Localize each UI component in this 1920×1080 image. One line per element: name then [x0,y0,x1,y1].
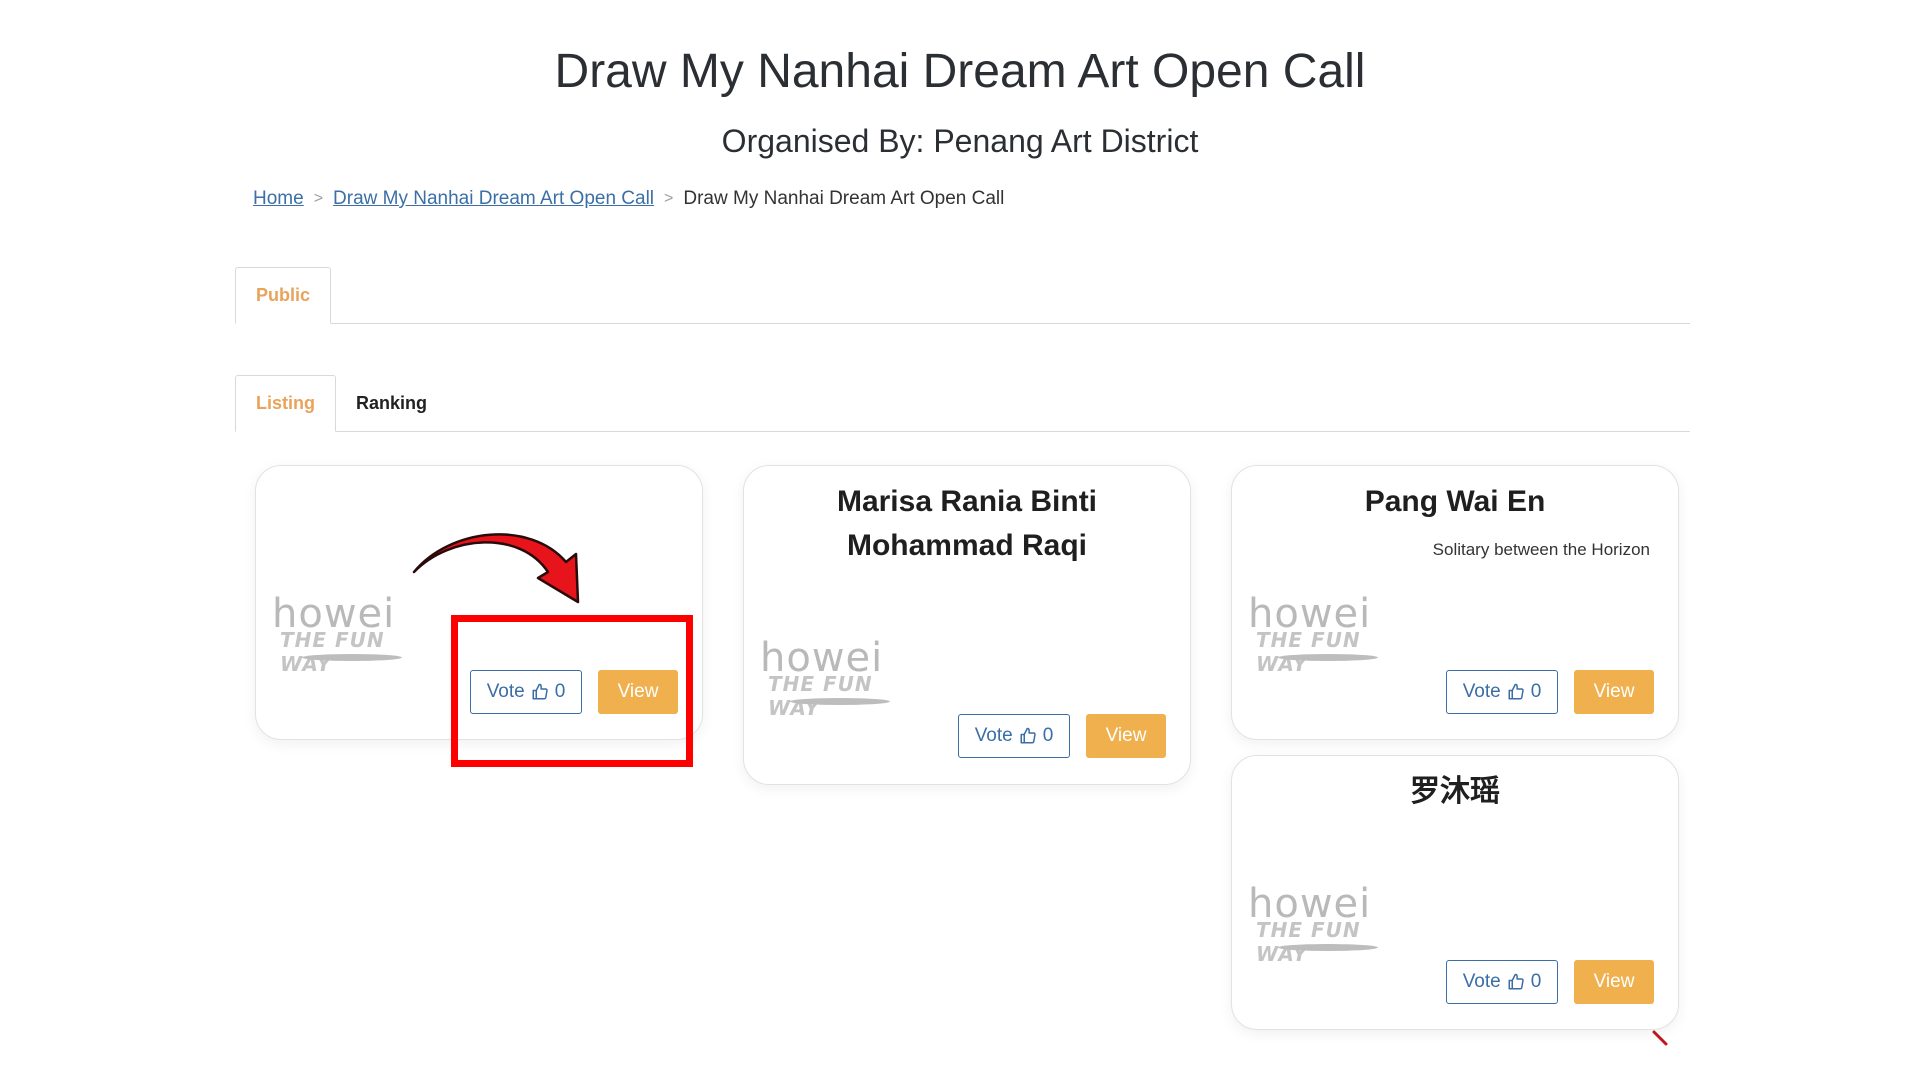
sub-tabbar: Listing Ranking [235,375,1690,432]
card-title: 罗沐瑶 [1410,775,1500,808]
howei-logo: howei THE FUN WAY [272,594,422,676]
breadcrumb: Home > Draw My Nanhai Dream Art Open Cal… [253,188,1004,210]
annotation-highlight-box [451,615,693,767]
page-title: Draw My Nanhai Dream Art Open Call [554,45,1366,98]
top-tabbar: Public [235,267,1690,324]
thumbs-up-icon [1508,973,1524,990]
artwork-card: Pang Wai En Solitary between the Horizon… [1231,465,1679,740]
view-button[interactable]: View [1574,670,1654,714]
tab-listing[interactable]: Listing [235,375,336,432]
view-button[interactable]: View [1574,960,1654,1004]
thumbs-up-icon [1508,683,1524,700]
organiser-subtitle: Organised By: Penang Art District [721,123,1199,159]
vote-button[interactable]: Vote 0 [958,714,1070,758]
vote-button[interactable]: Vote 0 [1446,670,1558,714]
card-title: Pang Wai En [1364,485,1546,518]
annotation-arrow-icon [412,533,580,604]
vote-button[interactable]: Vote 0 [1446,960,1558,1004]
annotation-mark-icon [1652,1030,1668,1046]
artwork-title: Solitary between the Horizon [1432,540,1650,559]
tab-public[interactable]: Public [235,267,332,324]
howei-logo: howei THE FUN WAY [1248,594,1398,676]
page: Draw My Nanhai Dream Art Open Call Organ… [0,0,1920,1080]
thumbs-up-icon [1020,727,1036,744]
view-button[interactable]: View [1086,714,1166,758]
card-title: Marisa Rania Binti Mohammad Raqi [836,485,1098,562]
artwork-card: Marisa Rania Binti Mohammad Raqi howei T… [743,465,1191,785]
breadcrumb-separator: > [313,190,324,207]
tab-ranking[interactable]: Ranking [336,375,447,431]
breadcrumb-parent-link[interactable]: Draw My Nanhai Dream Art Open Call [333,188,654,210]
breadcrumb-current: Draw My Nanhai Dream Art Open Call [683,188,1005,209]
howei-logo: howei THE FUN WAY [1248,884,1398,966]
breadcrumb-separator: > [664,190,674,207]
breadcrumb-home-link[interactable]: Home [253,188,304,210]
howei-logo: howei THE FUN WAY [760,638,910,720]
artwork-card: 罗沐瑶 howei THE FUN WAY Vote 0 View [1231,755,1679,1030]
